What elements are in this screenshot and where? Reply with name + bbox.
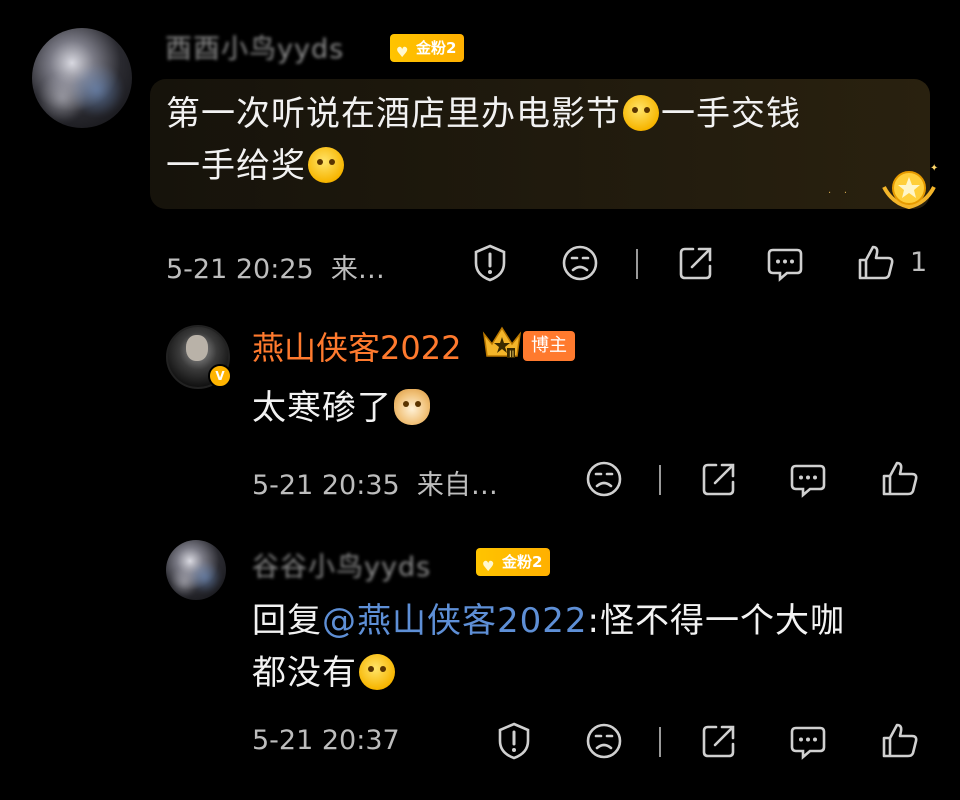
share-icon[interactable] <box>699 459 739 499</box>
doge-emoji-icon <box>394 389 430 425</box>
report-icon[interactable] <box>494 721 534 761</box>
blogger-name[interactable]: 燕山侠客2022 <box>252 323 461 369</box>
commenter-avatar[interactable] <box>166 540 226 600</box>
svg-text:✦: ✦ <box>930 163 938 174</box>
commenter-name[interactable]: 酉酉小鸟yyds <box>165 27 344 66</box>
share-icon[interactable] <box>676 243 716 283</box>
reply-text: 太寒碜了 <box>252 382 432 434</box>
fan-level-badge: ♥ 金粉2 <box>476 548 551 576</box>
mention-link[interactable]: @燕山侠客2022 <box>322 601 588 641</box>
heart-icon: ♥ <box>396 45 409 61</box>
like-thumb-icon[interactable] <box>880 459 920 499</box>
commenter-name[interactable]: 谷谷小鸟yyds <box>252 545 431 584</box>
comment-icon[interactable] <box>788 721 828 761</box>
crown-level-icon: II <box>480 322 524 362</box>
commenter-avatar[interactable] <box>32 28 132 128</box>
verified-v-badge-icon: V <box>208 364 232 388</box>
reply-text: 回复@燕山侠客2022:怪不得一个大咖 都没有 <box>252 601 845 693</box>
comment-icon[interactable] <box>788 459 828 499</box>
like-thumb-icon[interactable] <box>856 243 896 283</box>
comment-icon[interactable] <box>765 243 805 283</box>
share-icon[interactable] <box>699 721 739 761</box>
divider <box>659 465 661 495</box>
report-icon[interactable] <box>470 243 510 283</box>
fan-level-badge: ♥ 金粉2 <box>390 34 465 62</box>
dislike-face-icon[interactable] <box>560 243 600 283</box>
blogger-badge: 博主 <box>523 331 575 361</box>
divider <box>636 249 638 279</box>
shush-emoji-icon <box>359 654 395 690</box>
comment-text: 第一次听说在酒店里办电影节 一手交钱 一手给奖 <box>166 94 801 186</box>
reply-time: 5-21 20:37 <box>252 725 400 756</box>
like-thumb-icon[interactable] <box>880 721 920 761</box>
shy-face-emoji-icon <box>623 95 659 131</box>
comment-time: 5-21 20:25 来… <box>166 254 385 285</box>
dislike-face-icon[interactable] <box>584 721 624 761</box>
dislike-face-icon[interactable] <box>584 459 624 499</box>
like-count: 1 <box>910 247 928 278</box>
divider <box>659 727 661 757</box>
reply-time: 5-21 20:35 来自… <box>252 470 498 501</box>
heart-icon: ♥ <box>482 559 495 575</box>
laugh-cry-emoji-icon <box>308 147 344 183</box>
svg-text:II: II <box>509 350 514 360</box>
